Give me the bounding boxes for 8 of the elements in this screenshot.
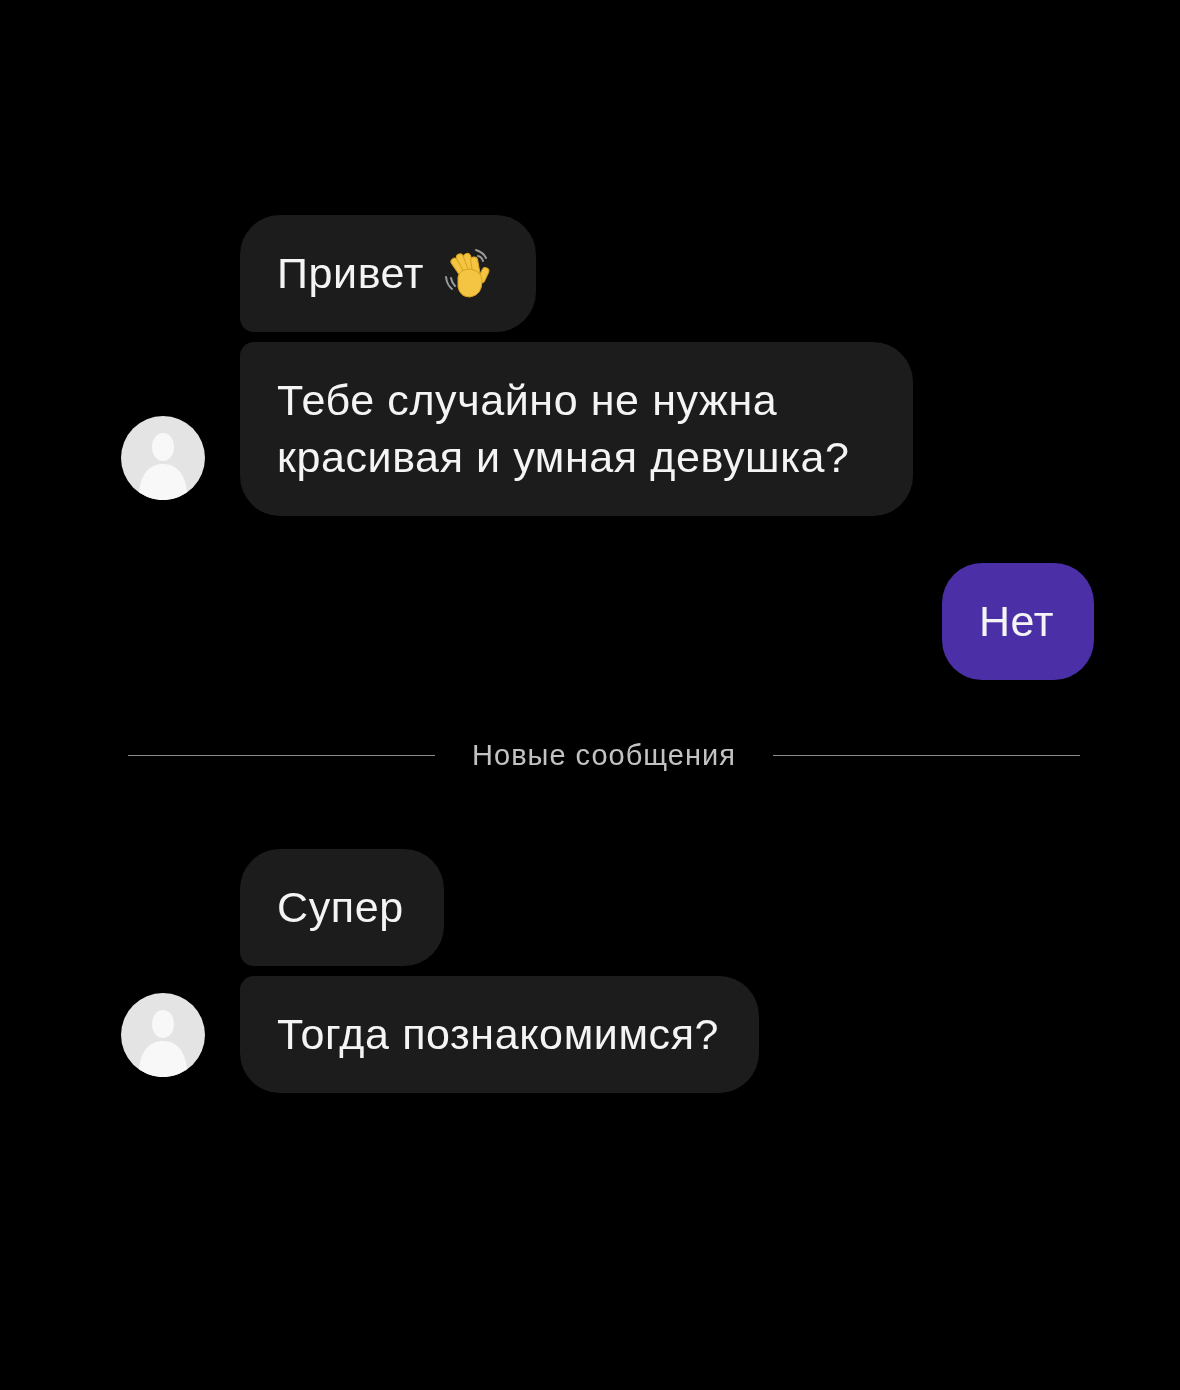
message-text: Тогда познакомимся? [277,1009,720,1060]
message-text: Супер [277,882,404,933]
new-messages-label: Новые сообщения [472,738,736,772]
message-text: Нет [978,596,1054,647]
message-text: Привет [277,248,424,299]
message-text: Тебе случайно не нужна красивая и умная девушка? [277,375,851,483]
avatar-icon [121,416,205,500]
avatar-icon [121,993,205,1077]
